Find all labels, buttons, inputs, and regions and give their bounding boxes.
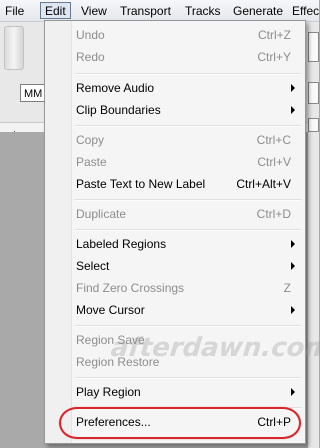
toolbar-knob[interactable]: [4, 26, 24, 70]
menu-item-paste-text-to-new-label[interactable]: Paste Text to New Label Ctrl+Alt+V: [47, 173, 303, 195]
menu-item-shortcut: Ctrl+Alt+V: [236, 177, 291, 191]
menu-separator: [75, 73, 301, 75]
menu-item-select[interactable]: Select: [47, 255, 303, 277]
submenu-arrow-icon: [291, 306, 295, 314]
menu-transport[interactable]: Transport: [120, 3, 171, 19]
menu-item-label: Play Region: [76, 385, 141, 399]
menu-item-remove-audio[interactable]: Remove Audio: [47, 77, 303, 99]
menu-item-move-cursor[interactable]: Move Cursor: [47, 299, 303, 321]
menu-item-copy[interactable]: Copy Ctrl+C: [47, 129, 303, 151]
menu-effect[interactable]: Effec: [292, 3, 319, 19]
menu-item-label: Redo: [76, 50, 105, 64]
menu-item-clip-boundaries[interactable]: Clip Boundaries: [47, 99, 303, 121]
menu-item-label: Paste: [76, 155, 107, 169]
menu-item-shortcut: Ctrl+V: [257, 155, 291, 169]
menu-item-label: Labeled Regions: [76, 237, 167, 251]
right-strip-control[interactable]: [308, 82, 319, 104]
menu-item-label: Clip Boundaries: [76, 103, 161, 117]
menu-item-label: Remove Audio: [76, 81, 155, 95]
menu-edit[interactable]: Edit: [40, 2, 71, 19]
menu-separator: [75, 325, 301, 327]
menu-item-label: Move Cursor: [76, 303, 145, 317]
menu-item-shortcut: Ctrl+C: [256, 133, 291, 147]
menu-item-duplicate[interactable]: Duplicate Ctrl+D: [47, 203, 303, 225]
menu-item-label: Duplicate: [76, 207, 127, 221]
menu-item-label: Select: [76, 259, 110, 273]
menu-bar: File Edit View Transport Tracks Generate…: [0, 0, 319, 22]
menu-item-shortcut: Ctrl+D: [256, 207, 291, 221]
menu-item-find-zero-crossings[interactable]: Find Zero Crossings Z: [47, 277, 303, 299]
menu-item-paste[interactable]: Paste Ctrl+V: [47, 151, 303, 173]
menu-item-label: Undo: [76, 28, 105, 42]
menu-item-label: Paste Text to New Label: [76, 177, 206, 191]
submenu-arrow-icon: [291, 106, 295, 114]
menu-item-undo[interactable]: Undo Ctrl+Z: [47, 24, 303, 46]
submenu-arrow-icon: [291, 240, 295, 248]
watermark-logo: afterdawn.com: [109, 333, 320, 363]
menu-item-label: Copy: [76, 133, 105, 147]
submenu-arrow-icon: [291, 388, 295, 396]
right-toolbar-strip: [308, 22, 319, 448]
menu-item-shortcut: Z: [283, 281, 291, 295]
menu-separator: [75, 125, 301, 127]
menu-item-label: Find Zero Crossings: [76, 281, 185, 295]
menu-generate[interactable]: Generate: [233, 3, 283, 19]
right-strip-control[interactable]: [308, 118, 319, 132]
menu-item-shortcut: Ctrl+Y: [257, 50, 291, 64]
menu-item-shortcut: Ctrl+Z: [258, 28, 291, 42]
edit-menu-dropdown: Undo Ctrl+Z Redo Ctrl+Y Remove Audio Cli…: [44, 20, 306, 444]
menu-separator: [75, 229, 301, 231]
menu-view[interactable]: View: [81, 3, 107, 19]
menu-item-play-region[interactable]: Play Region: [47, 381, 303, 403]
menu-item-labeled-regions[interactable]: Labeled Regions: [47, 233, 303, 255]
menu-file[interactable]: File: [5, 3, 24, 19]
menu-item-redo[interactable]: Redo Ctrl+Y: [47, 46, 303, 68]
submenu-arrow-icon: [291, 262, 295, 270]
submenu-arrow-icon: [291, 84, 295, 92]
menu-tracks[interactable]: Tracks: [185, 3, 221, 19]
preferences-highlight-oval: [59, 407, 301, 439]
menu-separator: [75, 199, 301, 201]
menu-separator: [75, 377, 301, 379]
right-strip-control[interactable]: [308, 32, 319, 62]
